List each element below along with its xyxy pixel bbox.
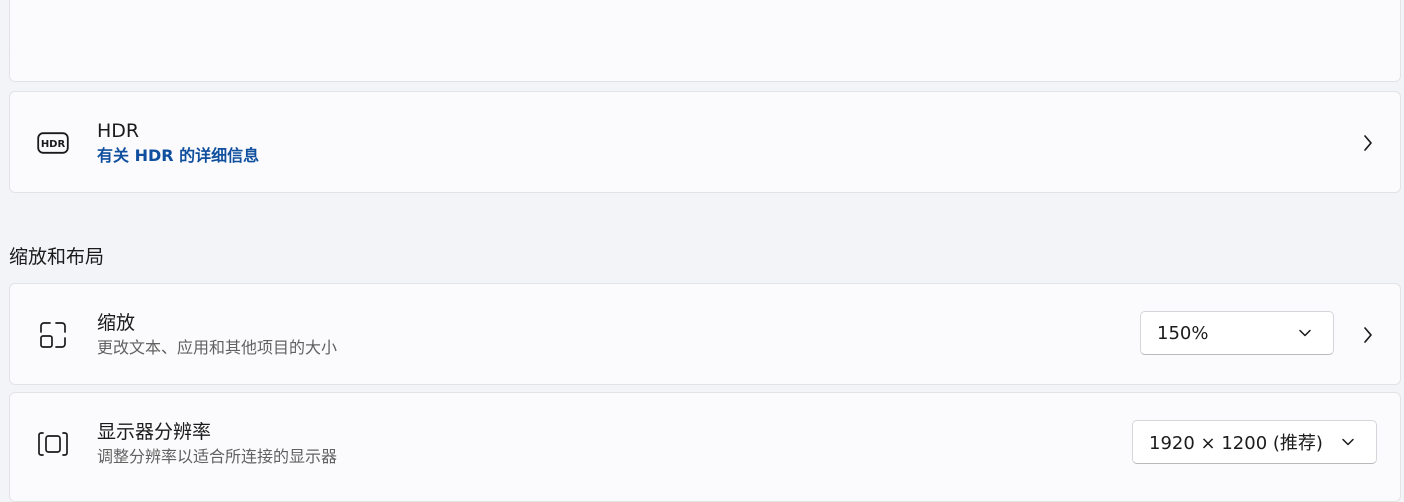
- scale-card[interactable]: 缩放 更改文本、应用和其他项目的大小 150%: [9, 283, 1401, 385]
- svg-text:HDR: HDR: [41, 139, 66, 150]
- scale-subtitle: 更改文本、应用和其他项目的大小: [97, 338, 338, 357]
- chevron-right-icon[interactable]: [1360, 323, 1376, 347]
- resolution-dropdown-value: 1920 × 1200 (推荐): [1149, 433, 1323, 454]
- scale-dropdown[interactable]: 150%: [1140, 311, 1334, 355]
- chevron-right-icon[interactable]: [1360, 131, 1376, 155]
- resolution-icon: [36, 427, 70, 461]
- hdr-title: HDR: [97, 120, 140, 142]
- previous-setting-card: [9, 0, 1401, 82]
- hdr-card[interactable]: HDR HDR 有关 HDR 的详细信息: [9, 91, 1401, 193]
- chevron-down-icon: [1340, 434, 1356, 450]
- hdr-info-link[interactable]: 有关 HDR 的详细信息: [97, 145, 259, 167]
- hdr-icon: HDR: [36, 126, 70, 160]
- scale-dropdown-value: 150%: [1157, 322, 1209, 344]
- scale-icon: [36, 318, 70, 352]
- chevron-down-icon: [1297, 325, 1313, 341]
- scale-title: 缩放: [97, 312, 136, 334]
- section-title-scale-layout: 缩放和布局: [9, 246, 105, 268]
- resolution-title: 显示器分辨率: [97, 421, 212, 443]
- resolution-card[interactable]: 显示器分辨率 调整分辨率以适合所连接的显示器 1920 × 1200 (推荐): [9, 392, 1401, 502]
- resolution-subtitle: 调整分辨率以适合所连接的显示器: [97, 447, 338, 466]
- resolution-dropdown[interactable]: 1920 × 1200 (推荐): [1132, 420, 1377, 464]
